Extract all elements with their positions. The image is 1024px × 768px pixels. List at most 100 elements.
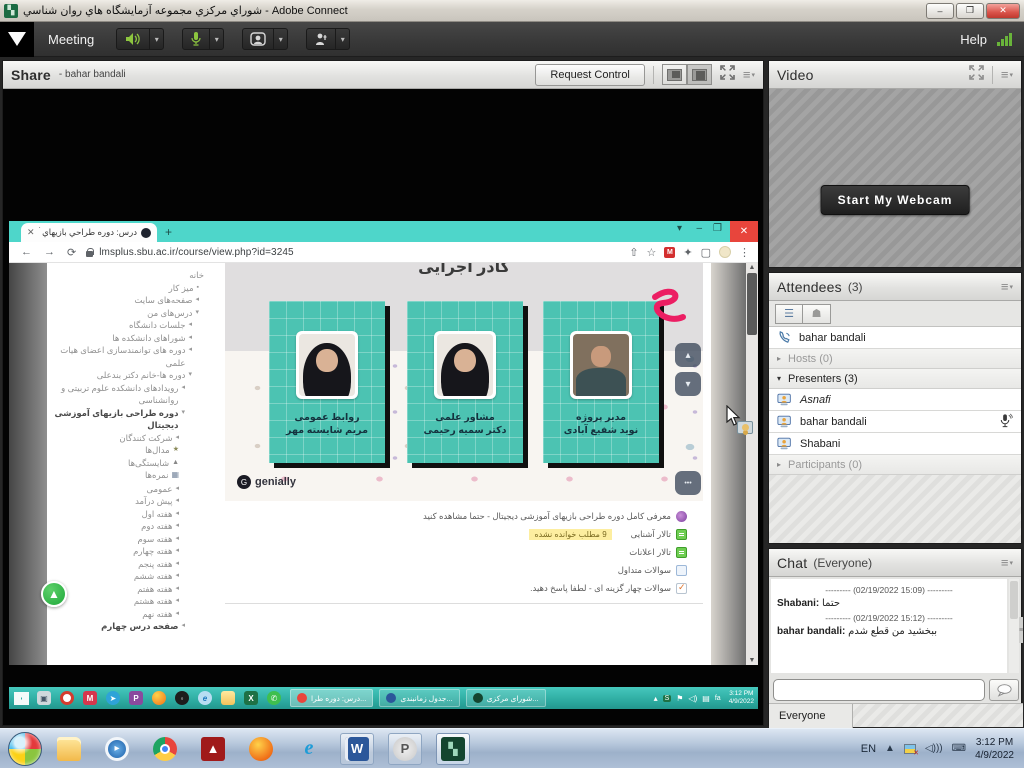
scrollbar-thumb[interactable] [747,273,757,335]
meeting-menu[interactable]: Meeting [48,32,94,47]
sidebar-nav-item[interactable]: هفته ششم [51,570,207,583]
slide-up-button[interactable]: ▴ [675,343,701,367]
speaker-icon[interactable] [117,29,149,49]
back-icon[interactable]: ← [21,246,32,258]
taskbar-app-button[interactable]: ▸ [100,733,134,765]
back-to-top-button[interactable]: ▲ [41,581,67,607]
presenter-row[interactable]: bahar bandali [769,411,1021,433]
new-tab-button[interactable]: + [165,225,172,239]
tray-caret-icon[interactable]: ▴ [654,694,658,703]
microphone-icon[interactable] [183,29,209,49]
shared-taskbar-app-icon[interactable]: e [198,691,212,705]
shared-start-button[interactable] [14,692,29,705]
sidebar-nav-item[interactable]: جلسات دانشگاه [51,319,207,332]
sidebar-nav-item[interactable]: صفحه درس چهارم [51,620,207,633]
taskbar-app-button[interactable]: ▚ [436,733,470,765]
tray-volume-icon[interactable]: ◁) [688,694,697,703]
connection-signal-icon[interactable] [997,32,1012,46]
reload-icon[interactable]: ⟳ [67,246,76,259]
shared-taskbar-app-icon[interactable]: ◦ [175,691,189,705]
resource-link[interactable]: سوالات متداول [217,561,687,579]
chat-scrollbar[interactable] [1009,579,1019,673]
video-pod-menu-icon[interactable]: ≡▾ [1001,67,1013,82]
request-control-button[interactable]: Request Control [535,64,645,86]
close-button[interactable]: ✕ [986,3,1020,19]
sidebar-nav-item[interactable]: دوره های توانمندسازی اعضای هیات علمی [51,344,207,369]
resource-link[interactable]: تالار آشنایی 9 مطلب خوانده نشده [217,525,687,543]
webcam-icon[interactable] [243,29,273,49]
sidebar-nav-item[interactable]: مدال‌ها [51,444,207,457]
sidebar-nav-item[interactable]: هفته دوم [51,520,207,533]
network-icon[interactable]: ⌨ [952,743,966,754]
browser-restore-icon[interactable]: ❐ [713,223,722,234]
tray-network-icon[interactable]: ▤ [702,694,710,703]
browser-close-button[interactable]: ✕ [730,221,758,242]
tray-flag-icon[interactable]: ⚑ [676,694,683,703]
sidebar-nav-item[interactable]: هفته چهارم [51,545,207,558]
video-fullscreen-icon[interactable] [969,65,984,85]
sidebar-nav-item[interactable]: هفته هشتم [51,595,207,608]
active-speaker-row[interactable]: bahar bandali [769,327,1021,349]
resource-link[interactable]: سوالات چهار گزینه ای - لطفا پاسخ دهید. [217,579,687,597]
shared-taskbar-app-icon[interactable]: M [83,691,97,705]
volume-icon[interactable]: ◁))) [925,743,943,754]
shared-taskbar-window-button[interactable]: شورای مرکزی... [466,689,546,707]
presenters-group-header[interactable]: ▾ Presenters (3) [769,369,1021,389]
sidebar-nav-item[interactable]: رویدادهای دانشکده علوم تربیتی و روانشناس… [51,382,207,407]
browser-menu-icon[interactable]: ⋮ [739,246,750,259]
participants-group-header[interactable]: ▸ Participants (0) [769,455,1021,475]
share-pod-menu-icon[interactable]: ≡▾ [743,67,755,82]
layout-view-2-button[interactable] [687,64,712,85]
sidebar-nav-item[interactable]: هفته نهم [51,608,207,621]
browser-minimize-icon[interactable]: – [696,223,702,234]
taskbar-app-button[interactable]: P [388,733,422,765]
webcam-button-group[interactable]: ▾ [242,28,288,50]
extensions-icon[interactable]: ✦ [683,246,692,259]
microphone-dropdown-arrow[interactable]: ▾ [209,29,223,49]
raise-hand-icon[interactable] [307,29,335,49]
share-page-icon[interactable]: ⇧ [629,246,638,259]
tray-language-indicator[interactable]: fa [715,695,721,702]
taskbar-app-button[interactable] [244,733,278,765]
resource-link[interactable]: تالار اعلانات [217,543,687,561]
shared-taskbar-app-icon[interactable]: P [129,691,143,705]
chat-send-button[interactable] [989,679,1019,701]
webcam-dropdown-arrow[interactable]: ▾ [273,29,287,49]
shared-taskbar-window-button[interactable]: جدول زمانبندی... [379,689,459,707]
sidebar-nav-item[interactable]: نمره‌ها [51,469,207,483]
attendee-status-view-button[interactable]: ☗ [803,304,831,324]
shared-taskbar-app-icon[interactable] [60,691,74,705]
taskbar-app-button[interactable] [148,733,182,765]
sidebar-nav-item[interactable]: هفته هفتم [51,583,207,596]
speaker-button-group[interactable]: ▾ [116,28,164,50]
sidebar-nav-item[interactable]: دوره ها-خانم دکتر بندعلی [51,369,207,382]
language-indicator[interactable]: EN [861,743,876,755]
resource-link[interactable]: معرفی کامل دوره طراحی بازیهای آموزشی دیج… [217,507,687,525]
address-bar[interactable]: lmsplus.sbu.ac.ir/course/view.php?id=324… [99,247,294,258]
sidebar-nav-item[interactable]: صفحه‌های سایت [51,294,207,307]
shared-tray-clock[interactable]: 3:12 PM 4/9/2022 [726,690,754,706]
tab-groups-icon[interactable]: ▢ [701,246,711,259]
shared-taskbar-window-button[interactable]: درس: دوره طرا... [290,689,373,707]
sidebar-nav-item[interactable]: عمومی [51,483,207,496]
sidebar-nav-item[interactable]: خانه [51,269,207,282]
shared-taskbar-app-icon[interactable]: X [244,691,258,705]
taskbar-app-button[interactable]: e [292,733,326,765]
start-button[interactable] [8,732,42,766]
sidebar-nav-item[interactable]: درس‌های من [51,307,207,320]
status-dropdown-arrow[interactable]: ▾ [335,29,349,49]
extension-red-icon[interactable]: M [664,247,675,258]
microphone-button-group[interactable]: ▾ [182,28,224,50]
shared-taskbar-app-icon[interactable] [152,691,166,705]
action-center-flag-icon[interactable] [904,744,916,754]
shared-taskbar-app-icon[interactable]: ✆ [267,691,281,705]
sidebar-nav-item[interactable]: پیش درآمد [51,495,207,508]
tray-expand-icon[interactable]: ▲ [885,743,895,754]
sidebar-nav-item[interactable]: هفته پنجم [51,558,207,571]
tab-close-icon[interactable]: ✕ [27,227,35,238]
attendee-list-view-button[interactable]: ☰ [775,304,803,324]
slide-down-button[interactable]: ▾ [675,372,701,396]
minimize-button[interactable]: – [926,3,954,19]
taskbar-app-button[interactable]: W [340,733,374,765]
hosts-group-header[interactable]: ▸ Hosts (0) [769,349,1021,369]
